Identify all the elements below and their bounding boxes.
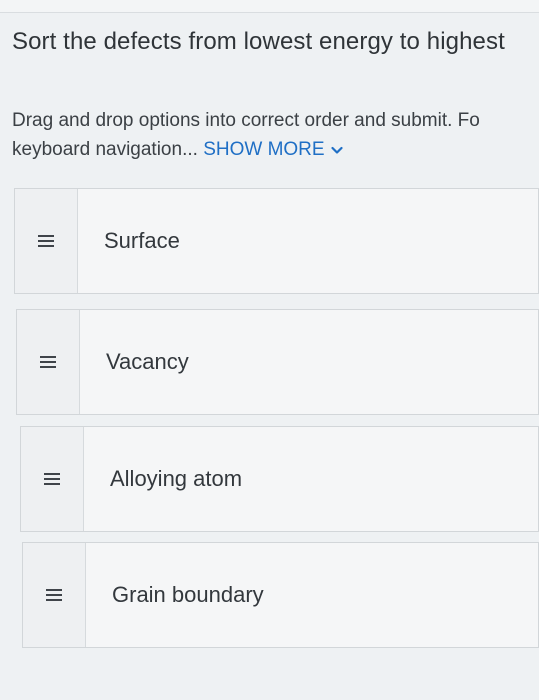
option-label: Surface (104, 228, 180, 253)
sortable-option-surface[interactable]: Surface (14, 188, 539, 294)
option-label: Vacancy (106, 349, 189, 374)
instructions-line-1: Drag and drop options into correct order… (12, 110, 480, 131)
question-title: Sort the defects from lowest energy to h… (12, 28, 505, 55)
option-label: Grain boundary (112, 582, 264, 607)
drag-handle-icon[interactable] (23, 543, 86, 647)
sortable-option-grain-boundary[interactable]: Grain boundary (22, 542, 539, 648)
drag-handle-icon[interactable] (21, 427, 84, 531)
top-divider (0, 0, 539, 13)
chevron-down-icon (330, 135, 343, 164)
instructions-line-2: keyboard navigation... SHOW MORE (12, 135, 539, 164)
show-more-label: SHOW MORE (203, 139, 325, 160)
instructions: Drag and drop options into correct order… (12, 106, 539, 164)
sortable-option-alloying-atom[interactable]: Alloying atom (20, 426, 539, 532)
option-label: Alloying atom (110, 466, 243, 491)
show-more-link[interactable]: SHOW MORE (203, 139, 343, 160)
instructions-line-2-text: keyboard navigation... (12, 139, 198, 160)
drag-handle-icon[interactable] (15, 189, 78, 293)
sortable-option-vacancy[interactable]: Vacancy (16, 309, 539, 415)
drag-handle-icon[interactable] (17, 310, 80, 414)
